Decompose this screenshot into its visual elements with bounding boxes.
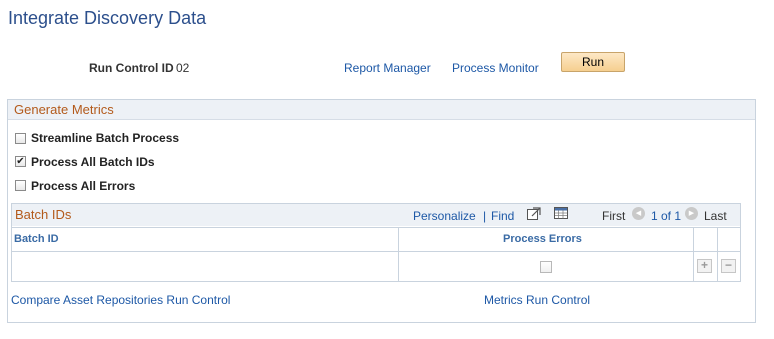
delete-row-button[interactable]: −	[721, 259, 736, 273]
streamline-batch-checkbox[interactable]	[15, 133, 26, 144]
batch-ids-title: Batch IDs	[15, 207, 72, 222]
personalize-link[interactable]: Personalize	[413, 209, 476, 223]
run-control-id-value: 02	[176, 61, 190, 75]
report-manager-link[interactable]: Report Manager	[344, 61, 431, 75]
last-label: Last	[704, 209, 727, 223]
column-divider	[717, 227, 718, 282]
streamline-batch-label: Streamline Batch Process	[31, 131, 180, 145]
process-errors-column-header[interactable]: Process Errors	[503, 233, 582, 245]
column-divider	[398, 227, 399, 282]
download-spreadsheet-icon[interactable]	[554, 207, 568, 219]
compare-asset-repositories-link[interactable]: Compare Asset Repositories Run Control	[11, 293, 230, 307]
batch-id-cell[interactable]	[12, 253, 398, 281]
generate-metrics-header	[8, 100, 755, 120]
checkmark-icon: ✔	[16, 156, 25, 167]
batch-id-column-header[interactable]: Batch ID	[14, 233, 59, 245]
next-arrow-icon[interactable]: ▶	[685, 207, 698, 220]
add-row-button[interactable]: +	[697, 259, 712, 273]
nav-separator: |	[483, 209, 487, 223]
first-label: First	[602, 209, 626, 223]
generate-metrics-title: Generate Metrics	[14, 102, 114, 117]
process-all-batch-ids-label: Process All Batch IDs	[31, 155, 155, 169]
previous-arrow-icon[interactable]: ◀	[632, 207, 645, 220]
view-all-icon[interactable]	[527, 207, 541, 220]
column-header-row	[12, 227, 740, 252]
metrics-run-control-link[interactable]: Metrics Run Control	[484, 293, 590, 307]
run-control-id-label: Run Control ID	[89, 61, 174, 75]
page-title: Integrate Discovery Data	[8, 8, 207, 28]
batch-ids-grid-header	[12, 204, 740, 226]
process-all-errors-checkbox[interactable]	[15, 180, 26, 191]
column-divider	[693, 227, 694, 282]
process-all-errors-label: Process All Errors	[31, 179, 136, 193]
page-info: 1 of 1	[651, 209, 682, 223]
process-all-batch-ids-checkbox[interactable]: ✔	[15, 156, 26, 167]
run-button[interactable]: Run	[561, 52, 625, 72]
process-monitor-link[interactable]: Process Monitor	[452, 61, 539, 75]
process-errors-checkbox[interactable]	[540, 261, 552, 273]
find-link[interactable]: Find	[491, 209, 514, 223]
